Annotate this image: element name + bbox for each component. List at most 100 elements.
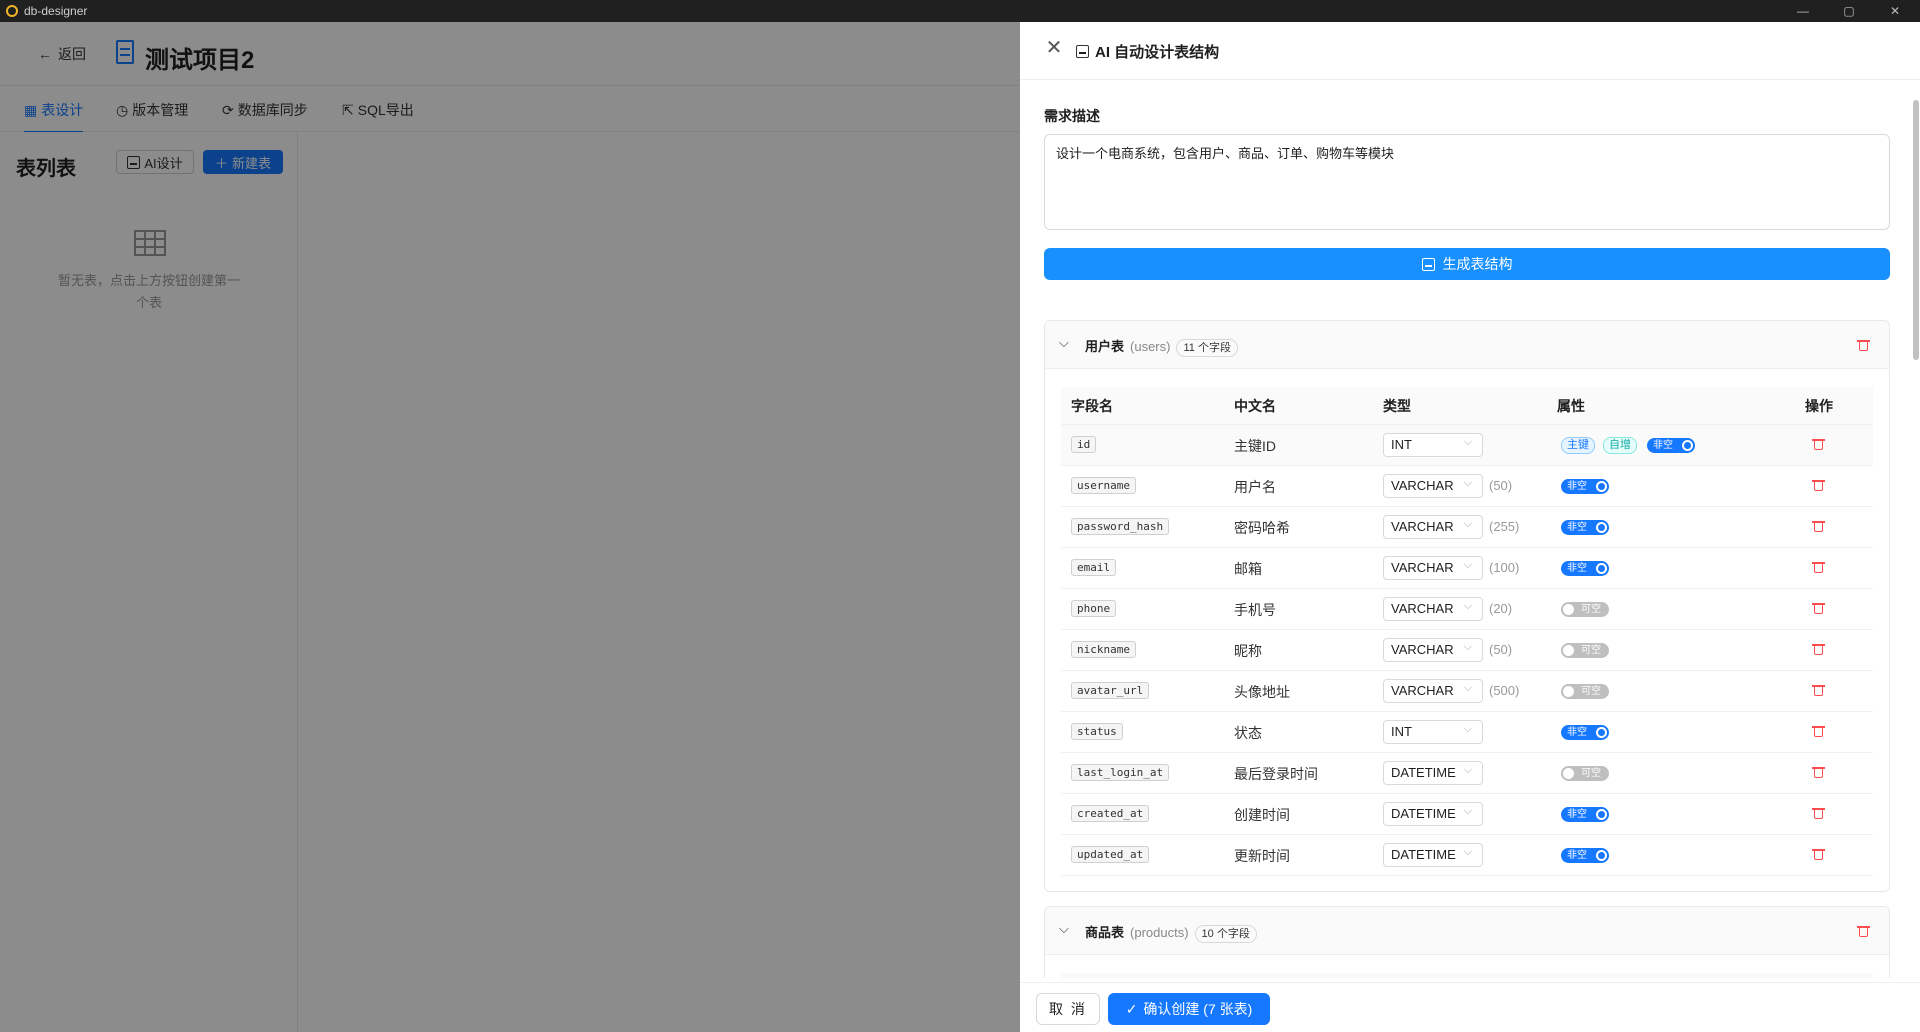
primary-key-tag: 主键 <box>1561 437 1595 454</box>
field-length: (500) <box>1489 683 1520 698</box>
not-null-switch[interactable]: 可空 <box>1561 684 1609 699</box>
table-row: status 状态 INT 非空 <box>1061 712 1873 753</box>
scrollbar-thumb[interactable] <box>1913 100 1919 360</box>
delete-field-icon[interactable] <box>1812 725 1825 737</box>
drawer-scrollbar[interactable] <box>1912 80 1920 980</box>
chevron-down-icon[interactable]: ⌵ <box>1059 335 1069 351</box>
field-length: (100) <box>1489 560 1520 575</box>
field-cn-name: 创建时间 <box>1234 807 1290 823</box>
type-select[interactable]: VARCHAR <box>1383 472 1483 498</box>
col-type: 类型 <box>1383 973 1411 978</box>
type-select[interactable]: INT <box>1383 431 1483 457</box>
switch-label: 非空 <box>1567 522 1587 533</box>
type-select[interactable]: VARCHAR <box>1383 513 1483 539</box>
delete-field-icon[interactable] <box>1812 602 1825 614</box>
delete-field-icon[interactable] <box>1812 561 1825 573</box>
delete-field-icon[interactable] <box>1812 520 1825 532</box>
delete-table-icon[interactable] <box>1857 925 1870 937</box>
col-field-name: 字段名 <box>1071 973 1113 978</box>
delete-field-icon[interactable] <box>1812 438 1825 450</box>
table-row: email 邮箱 VARCHAR (100) 非空 <box>1061 548 1873 589</box>
delete-field-icon[interactable] <box>1812 643 1825 655</box>
col-type: 类型 <box>1383 398 1411 414</box>
type-select[interactable]: VARCHAR <box>1383 595 1483 621</box>
not-null-switch[interactable]: 可空 <box>1561 643 1609 658</box>
switch-label: 非空 <box>1653 440 1673 451</box>
table-row: username 用户名 VARCHAR (50) 非空 <box>1061 466 1873 507</box>
not-null-switch[interactable]: 非空 <box>1561 479 1609 494</box>
type-select[interactable]: DATETIME <box>1383 800 1483 826</box>
delete-field-icon[interactable] <box>1812 807 1825 819</box>
modal-mask[interactable] <box>0 22 1020 1032</box>
switch-knob <box>1563 686 1574 697</box>
delete-field-icon[interactable] <box>1812 848 1825 860</box>
not-null-switch[interactable]: 非空 <box>1561 520 1609 535</box>
table-header-row <box>1061 387 1873 425</box>
confirm-create-button[interactable]: ✓ 确认创建 (7 张表) <box>1108 993 1270 1025</box>
field-name: password_hash <box>1071 518 1170 535</box>
app-logo-icon <box>6 5 18 17</box>
maximize-button[interactable]: ▢ <box>1826 0 1872 22</box>
table-card-header[interactable]: ⌵ 商品表 (products) 10 个字段 <box>1045 907 1889 955</box>
type-select[interactable]: INT <box>1383 718 1483 744</box>
generate-button[interactable]: 生成表结构 <box>1044 248 1890 280</box>
field-cn-name: 密码哈希 <box>1234 520 1290 536</box>
field-cn-name: 更新时间 <box>1234 848 1290 864</box>
delete-table-icon[interactable] <box>1857 339 1870 351</box>
col-attrs: 属性 <box>1557 398 1585 414</box>
table-card-title: 用户表 (users) 11 个字段 <box>1085 336 1238 357</box>
close-window-button[interactable]: ✕ <box>1872 0 1918 22</box>
requirement-input[interactable]: 设计一个电商系统，包含用户、商品、订单、购物车等模块 <box>1044 134 1890 230</box>
cancel-button[interactable]: 取 消 <box>1036 993 1100 1025</box>
table-row: created_at 创建时间 DATETIME 非空 <box>1061 794 1873 835</box>
switch-knob <box>1563 768 1574 779</box>
not-null-switch[interactable]: 非空 <box>1561 807 1609 822</box>
generate-label: 生成表结构 <box>1442 256 1513 272</box>
window-titlebar: db-designer — ▢ ✕ <box>0 0 1920 22</box>
chevron-down-icon[interactable]: ⌵ <box>1059 921 1069 937</box>
table-code: (products) <box>1130 925 1189 940</box>
type-select[interactable]: VARCHAR <box>1383 677 1483 703</box>
ai-design-drawer: ✕ AI 自动设计表结构 需求描述 设计一个电商系统，包含用户、商品、订单、购物… <box>1020 22 1920 1032</box>
switch-label: 可空 <box>1581 686 1601 697</box>
not-null-switch[interactable]: 可空 <box>1561 602 1609 617</box>
tables-preview[interactable]: ⌵ 用户表 (users) 11 个字段 字段名 中文名 类型 属性 操作 id 主键… <box>1020 288 1920 978</box>
not-null-switch[interactable]: 非空 <box>1561 848 1609 863</box>
type-select[interactable]: DATETIME <box>1383 841 1483 867</box>
field-name: id <box>1071 436 1097 453</box>
close-icon[interactable]: ✕ <box>1044 38 1064 58</box>
field-name: created_at <box>1071 805 1150 822</box>
field-length: (255) <box>1489 519 1520 534</box>
table-code: (users) <box>1130 339 1171 354</box>
table-header-row <box>1061 973 1873 978</box>
not-null-switch[interactable]: 非空 <box>1647 438 1695 453</box>
delete-field-icon[interactable] <box>1812 684 1825 696</box>
switch-knob <box>1596 809 1607 820</box>
delete-field-icon[interactable] <box>1812 766 1825 778</box>
field-name: phone <box>1071 600 1117 617</box>
field-length: (20) <box>1489 601 1513 616</box>
field-cn-name: 主键ID <box>1234 438 1276 454</box>
table-row: password_hash 密码哈希 VARCHAR (255) 非空 <box>1061 507 1873 548</box>
table-card-header[interactable]: ⌵ 用户表 (users) 11 个字段 <box>1045 321 1889 369</box>
table-name: 用户表 <box>1085 339 1125 354</box>
field-cn-name: 最后登录时间 <box>1234 766 1318 782</box>
type-select[interactable]: VARCHAR <box>1383 636 1483 662</box>
field-length: (50) <box>1489 478 1513 493</box>
not-null-switch[interactable]: 可空 <box>1561 766 1609 781</box>
field-name: avatar_url <box>1071 682 1150 699</box>
switch-label: 非空 <box>1567 481 1587 492</box>
switch-knob <box>1563 645 1574 656</box>
field-cn-name: 昵称 <box>1234 643 1262 659</box>
table-row: nickname 昵称 VARCHAR (50) 可空 <box>1061 630 1873 671</box>
not-null-switch[interactable]: 非空 <box>1561 725 1609 740</box>
fields-table: 字段名 中文名 类型 属性 操作 <box>1061 973 1873 978</box>
not-null-switch[interactable]: 非空 <box>1561 561 1609 576</box>
field-cn-name: 邮箱 <box>1234 561 1262 577</box>
table-card-title: 商品表 (products) 10 个字段 <box>1085 922 1257 943</box>
delete-field-icon[interactable] <box>1812 479 1825 491</box>
field-count-badge: 11 个字段 <box>1176 339 1238 357</box>
type-select[interactable]: DATETIME <box>1383 759 1483 785</box>
type-select[interactable]: VARCHAR <box>1383 554 1483 580</box>
minimize-button[interactable]: — <box>1780 0 1826 22</box>
